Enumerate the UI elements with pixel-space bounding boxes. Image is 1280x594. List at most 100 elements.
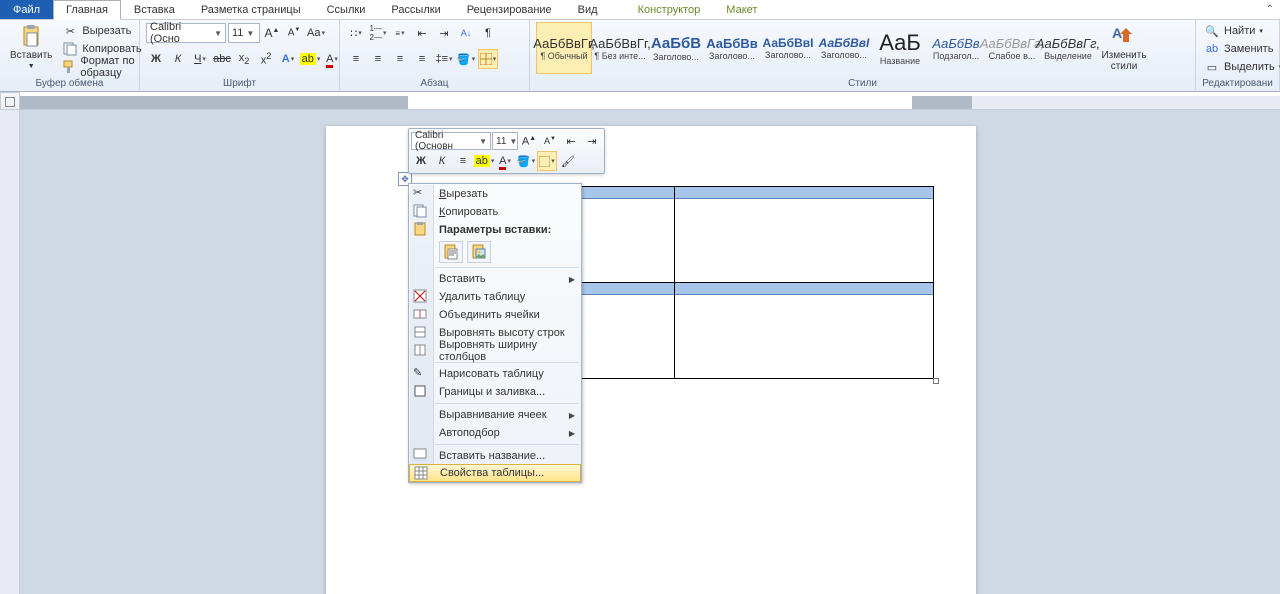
tab-page-layout[interactable]: Разметка страницы	[188, 0, 314, 19]
table-resize-handle[interactable]	[933, 378, 939, 384]
highlight-button[interactable]: ab▾	[300, 49, 320, 69]
mini-bold[interactable]: Ж	[411, 151, 431, 171]
chevron-down-icon: ▼	[246, 29, 254, 38]
style-item-4[interactable]: АаБбВвІЗаголово...	[760, 22, 816, 74]
line-spacing-button[interactable]: ‡≡▾	[434, 49, 454, 69]
styles-gallery[interactable]: АаБбВвГг,¶ ОбычныйАаБбВвГг,¶ Без инте...…	[536, 22, 1096, 74]
tab-file[interactable]: Файл	[0, 0, 53, 19]
change-styles-button[interactable]: A Изменить стили	[1100, 22, 1148, 74]
ctx-cell-alignment[interactable]: Выравнивание ячеек▶	[409, 406, 581, 424]
font-size-combo[interactable]: 11▼	[228, 23, 260, 43]
chevron-right-icon: ▶	[569, 411, 575, 420]
ctx-merge-cells[interactable]: Объединить ячейки	[409, 306, 581, 324]
strike-icon: abc	[213, 53, 231, 65]
ctx-draw-table[interactable]: ✎ Нарисовать таблицу	[409, 365, 581, 383]
style-item-6[interactable]: АаБНазвание	[872, 22, 928, 74]
ctx-paste-picture[interactable]	[467, 241, 491, 263]
italic-button[interactable]: К	[168, 49, 188, 69]
bold-button[interactable]: Ж	[146, 49, 166, 69]
align-center-button[interactable]: ≡	[368, 49, 388, 69]
justify-button[interactable]: ≡	[412, 49, 432, 69]
grow-font-button[interactable]: A▲	[262, 23, 282, 43]
increase-indent-button[interactable]: ⇥	[434, 23, 454, 43]
text-effects-button[interactable]: A▾	[278, 49, 298, 69]
show-marks-button[interactable]: ¶	[478, 23, 498, 43]
select-button[interactable]: ▭ Выделить▾	[1202, 58, 1280, 76]
ctx-table-properties[interactable]: Свойства таблицы...	[409, 464, 581, 482]
table-cell[interactable]	[674, 187, 934, 283]
mini-font-combo[interactable]: Calibri (Основн▼	[411, 132, 491, 150]
format-painter-button[interactable]: Формат по образцу	[60, 58, 143, 76]
mini-borders[interactable]: ▾	[537, 151, 557, 171]
style-item-5[interactable]: АаБбВвІЗаголово...	[816, 22, 872, 74]
ribbon-collapse-icon[interactable]: ⌃	[1266, 4, 1274, 15]
style-item-9[interactable]: АаБбВвГг,Выделение	[1040, 22, 1096, 74]
mini-font-color[interactable]: A▾	[495, 151, 515, 171]
mini-center[interactable]: ≡	[453, 151, 473, 171]
strikethrough-button[interactable]: abc	[212, 49, 232, 69]
align-left-button[interactable]: ≡	[346, 49, 366, 69]
table-cell[interactable]	[674, 283, 934, 379]
bullets-button[interactable]: ∷▾	[346, 23, 366, 43]
vertical-ruler[interactable]	[0, 110, 20, 594]
style-item-0[interactable]: АаБбВвГг,¶ Обычный	[536, 22, 592, 74]
tab-home[interactable]: Главная	[53, 0, 121, 20]
sort-button[interactable]: A↓	[456, 23, 476, 43]
tab-design[interactable]: Конструктор	[625, 0, 714, 19]
chevron-right-icon: ▶	[569, 275, 575, 284]
font-name-combo[interactable]: Calibri (Осно▼	[146, 23, 226, 43]
paste-button[interactable]: Вставить ▼	[6, 22, 56, 72]
copy-icon	[62, 41, 78, 57]
cut-button[interactable]: ✂ Вырезать	[60, 22, 143, 40]
tab-insert[interactable]: Вставка	[121, 0, 188, 19]
mini-highlight[interactable]: ab▾	[474, 151, 494, 171]
mini-shading[interactable]: 🪣▾	[516, 151, 536, 171]
ctx-delete-table[interactable]: Удалить таблицу	[409, 288, 581, 306]
superscript-button[interactable]: x2	[256, 49, 276, 69]
paste-label: Вставить	[10, 50, 52, 61]
tab-view[interactable]: Вид	[565, 0, 611, 19]
document-workspace[interactable]: ✥	[20, 110, 1280, 594]
ctx-autofit[interactable]: Автоподбор▶	[409, 424, 581, 442]
borders-button[interactable]: ▾	[478, 49, 498, 69]
underline-button[interactable]: Ч▾	[190, 49, 210, 69]
ctx-borders-shading[interactable]: Границы и заливка...	[409, 383, 581, 401]
paste-formatted-icon	[443, 244, 459, 260]
mini-shrink-font[interactable]: A▼	[540, 131, 560, 151]
multilevel-button[interactable]: ≡▾	[390, 23, 410, 43]
ctx-insert-caption[interactable]: Вставить название...	[409, 447, 581, 465]
align-right-button[interactable]: ≡	[390, 49, 410, 69]
mini-dec-indent[interactable]: ⇤	[561, 131, 581, 151]
style-item-7[interactable]: АаБбВвПодзагол...	[928, 22, 984, 74]
font-color-button[interactable]: A▾	[322, 49, 342, 69]
shrink-font-button[interactable]: A▼	[284, 23, 304, 43]
tab-table-layout[interactable]: Макет	[713, 0, 770, 19]
ctx-paste-keep-formatting[interactable]	[439, 241, 463, 263]
horizontal-ruler[interactable]	[20, 96, 1280, 110]
mini-inc-indent[interactable]: ⇥	[582, 131, 602, 151]
mini-italic[interactable]: К	[432, 151, 452, 171]
tab-references[interactable]: Ссылки	[314, 0, 379, 19]
style-item-2[interactable]: АаБбВЗаголово...	[648, 22, 704, 74]
style-item-1[interactable]: АаБбВвГг,¶ Без инте...	[592, 22, 648, 74]
style-item-3[interactable]: АаБбВвЗаголово...	[704, 22, 760, 74]
change-case-button[interactable]: Aa▾	[306, 23, 326, 43]
ctx-cut[interactable]: ✂ Вырезать	[409, 185, 581, 203]
shading-button[interactable]: 🪣▾	[456, 49, 476, 69]
ctx-distribute-cols[interactable]: Выровнять ширину столбцов	[409, 342, 581, 360]
tab-mailings[interactable]: Рассылки	[378, 0, 453, 19]
indent-icon: ⇥	[587, 135, 596, 148]
mini-format-painter[interactable]: 🖌	[558, 151, 578, 171]
mini-grow-font[interactable]: A▲	[519, 131, 539, 151]
subscript-button[interactable]: x2	[234, 49, 254, 69]
ctx-insert[interactable]: Вставить▶	[409, 270, 581, 288]
style-item-8[interactable]: АаБбВвГг,Слабое в...	[984, 22, 1040, 74]
mini-size-combo[interactable]: 11▼	[492, 132, 518, 150]
numbering-button[interactable]: 1—2—▾	[368, 23, 388, 43]
decrease-indent-button[interactable]: ⇤	[412, 23, 432, 43]
find-button[interactable]: 🔍 Найти▾	[1202, 22, 1280, 40]
replace-button[interactable]: ab Заменить	[1202, 40, 1280, 58]
ctx-copy[interactable]: Копировать	[409, 203, 581, 221]
tab-review[interactable]: Рецензирование	[454, 0, 565, 19]
font-color-icon: A	[326, 53, 333, 65]
